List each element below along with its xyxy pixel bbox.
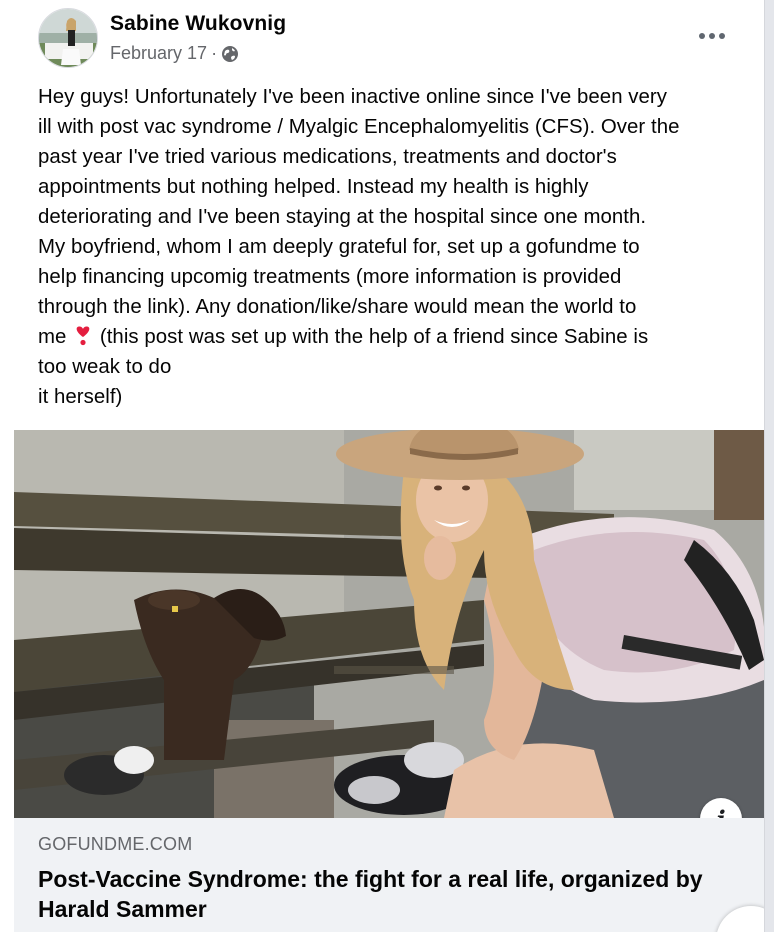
link-preview[interactable]: GOFUNDME.COM Post-Vaccine Syndrome: the …	[14, 818, 764, 932]
author-name[interactable]: Sabine Wukovnig	[110, 12, 286, 36]
post-body: Hey guys! Unfortunately I've been inacti…	[38, 82, 738, 412]
link-title[interactable]: Post-Vaccine Syndrome: the fight for a r…	[38, 864, 738, 924]
link-domain: GOFUNDME.COM	[38, 834, 193, 854]
post-text-part1: Hey guys! Unfortunately I've been inacti…	[38, 86, 680, 348]
avatar-image	[39, 9, 97, 67]
heart-exclamation-icon	[76, 326, 90, 346]
more-dot	[699, 33, 705, 39]
link-preview-image[interactable]	[14, 430, 764, 818]
post-card: Sabine Wukovnig February 17 · Hey guys! …	[0, 0, 765, 932]
more-dot	[719, 33, 725, 39]
more-options-icon[interactable]	[690, 18, 734, 54]
globe-icon[interactable]	[221, 45, 239, 63]
post-date[interactable]: February 17	[110, 43, 207, 64]
photo-woman-with-goats	[14, 430, 764, 818]
author-avatar[interactable]	[38, 8, 98, 68]
meta-separator: ·	[211, 43, 218, 63]
post-meta: February 17 ·	[110, 43, 239, 64]
post-text-part2: (this post was set up with the help of a…	[38, 326, 649, 408]
more-dot	[709, 33, 715, 39]
post-header: Sabine Wukovnig February 17 ·	[38, 8, 748, 70]
